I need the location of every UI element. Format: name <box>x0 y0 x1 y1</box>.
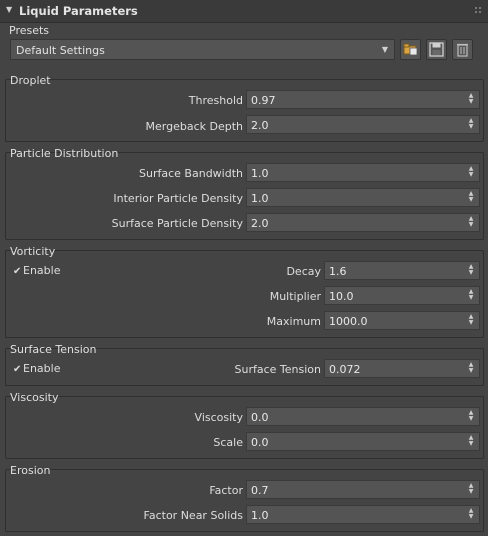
spinner-arrows-icon[interactable]: ▲ ▼ <box>468 166 474 178</box>
spinner-arrows-icon[interactable]: ▲ ▼ <box>468 93 474 105</box>
collapse-arrow-icon[interactable]: ▼ <box>6 5 12 14</box>
spinner-arrows-icon[interactable]: ▲ ▼ <box>468 216 474 228</box>
rollout-header[interactable]: ▼ Liquid Parameters <box>0 0 488 23</box>
factor-near-solids-label: Factor Near Solids <box>143 509 243 522</box>
spinner-arrows-icon[interactable]: ▲ ▼ <box>468 483 474 495</box>
load-preset-button[interactable] <box>400 39 421 60</box>
presets-selected: Default Settings <box>16 44 105 57</box>
factor-value: 0.7 <box>251 484 269 497</box>
viscosity-group: Viscosity Viscosity 0.0 ▲ ▼ Scale 0.0 ▲ ▼ <box>5 391 484 459</box>
delete-preset-button[interactable] <box>452 39 473 60</box>
surface-bandwidth-spinner[interactable]: 1.0 ▲ ▼ <box>246 163 480 182</box>
rollout-title: Liquid Parameters <box>19 4 138 18</box>
spinner-arrows-icon[interactable]: ▲ ▼ <box>468 314 474 326</box>
surface-bandwidth-value: 1.0 <box>251 167 269 180</box>
spinner-arrows-icon[interactable]: ▲ ▼ <box>468 435 474 447</box>
decay-label: Decay <box>286 265 321 278</box>
surface-tension-label: Surface Tension <box>234 363 321 376</box>
save-preset-button[interactable] <box>426 39 447 60</box>
surface-tension-title: Surface Tension <box>10 343 97 356</box>
spinner-arrows-icon[interactable]: ▲ ▼ <box>468 191 474 203</box>
spinner-arrows-icon[interactable]: ▲ ▼ <box>468 289 474 301</box>
scale-label: Scale <box>213 436 243 449</box>
particle-distribution-title: Particle Distribution <box>10 147 119 160</box>
maximum-spinner[interactable]: 1000.0 ▲ ▼ <box>324 311 480 330</box>
factor-near-solids-spinner[interactable]: 1.0 ▲ ▼ <box>246 505 480 524</box>
viscosity-title: Viscosity <box>10 391 59 404</box>
scale-spinner[interactable]: 0.0 ▲ ▼ <box>246 432 480 451</box>
spinner-arrows-icon[interactable]: ▲ ▼ <box>468 508 474 520</box>
surface-tension-value: 0.072 <box>329 363 361 376</box>
multiplier-label: Multiplier <box>269 290 321 303</box>
particle-distribution-group: Particle Distribution Surface Bandwidth … <box>5 147 484 240</box>
interior-particle-density-spinner[interactable]: 1.0 ▲ ▼ <box>246 188 480 207</box>
maximum-value: 1000.0 <box>329 315 368 328</box>
factor-near-solids-value: 1.0 <box>251 509 269 522</box>
presets-dropdown[interactable]: Default Settings ▼ <box>10 39 395 60</box>
viscosity-spinner[interactable]: 0.0 ▲ ▼ <box>246 407 480 426</box>
multiplier-value: 10.0 <box>329 290 354 303</box>
factor-spinner[interactable]: 0.7 ▲ ▼ <box>246 480 480 499</box>
interior-particle-density-label: Interior Particle Density <box>113 192 243 205</box>
spinner-arrows-icon[interactable]: ▲ ▼ <box>468 410 474 422</box>
load-preset-icon <box>403 43 418 56</box>
interior-particle-density-value: 1.0 <box>251 192 269 205</box>
threshold-value: 0.97 <box>251 94 276 107</box>
vorticity-enable-label: Enable <box>23 264 61 277</box>
save-preset-icon <box>429 42 444 57</box>
surface-particle-density-spinner[interactable]: 2.0 ▲ ▼ <box>246 213 480 232</box>
decay-value: 1.6 <box>329 265 347 278</box>
spinner-arrows-icon[interactable]: ▲ ▼ <box>468 264 474 276</box>
multiplier-spinner[interactable]: 10.0 ▲ ▼ <box>324 286 480 305</box>
vorticity-title: Vorticity <box>10 245 56 258</box>
checkmark-icon: ✔ <box>13 266 22 277</box>
vorticity-group: Vorticity ✔ Enable Decay 1.6 ▲ ▼ Multiplie… <box>5 245 484 338</box>
erosion-group: Erosion Factor 0.7 ▲ ▼ Factor Near Solids… <box>5 464 484 532</box>
surface-bandwidth-label: Surface Bandwidth <box>139 167 243 180</box>
scale-value: 0.0 <box>251 436 269 449</box>
vorticity-enable-checkbox[interactable]: ✔ Enable <box>13 264 60 277</box>
presets-label: Presets <box>9 24 50 37</box>
checkmark-icon: ✔ <box>13 364 22 375</box>
viscosity-value: 0.0 <box>251 411 269 424</box>
spinner-arrows-icon[interactable]: ▲ ▼ <box>468 362 474 374</box>
chevron-down-icon: ▼ <box>381 45 388 54</box>
mergeback-depth-label: Mergeback Depth <box>145 120 243 133</box>
surface-tension-spinner[interactable]: 0.072 ▲ ▼ <box>324 359 480 378</box>
spinner-arrows-icon[interactable]: ▲ ▼ <box>468 118 474 130</box>
threshold-label: Threshold <box>188 94 243 107</box>
droplet-title: Droplet <box>10 74 51 87</box>
surface-tension-enable-checkbox[interactable]: ✔ Enable <box>13 362 60 375</box>
drag-grip-icon[interactable] <box>474 6 482 14</box>
mergeback-depth-spinner[interactable]: 2.0 ▲ ▼ <box>246 115 480 134</box>
surface-particle-density-label: Surface Particle Density <box>111 217 243 230</box>
surface-particle-density-value: 2.0 <box>251 217 269 230</box>
surface-tension-group: Surface Tension ✔ Enable Surface Tension … <box>5 343 484 386</box>
maximum-label: Maximum <box>266 315 321 328</box>
surface-tension-enable-label: Enable <box>23 362 61 375</box>
factor-label: Factor <box>209 484 243 497</box>
erosion-title: Erosion <box>10 464 51 477</box>
threshold-spinner[interactable]: 0.97 ▲ ▼ <box>246 90 480 109</box>
mergeback-depth-value: 2.0 <box>251 119 269 132</box>
viscosity-label: Viscosity <box>194 411 243 424</box>
decay-spinner[interactable]: 1.6 ▲ ▼ <box>324 261 480 280</box>
delete-preset-icon <box>457 43 468 57</box>
droplet-group: Droplet Threshold 0.97 ▲ ▼ Mergeback Dept… <box>5 74 484 142</box>
